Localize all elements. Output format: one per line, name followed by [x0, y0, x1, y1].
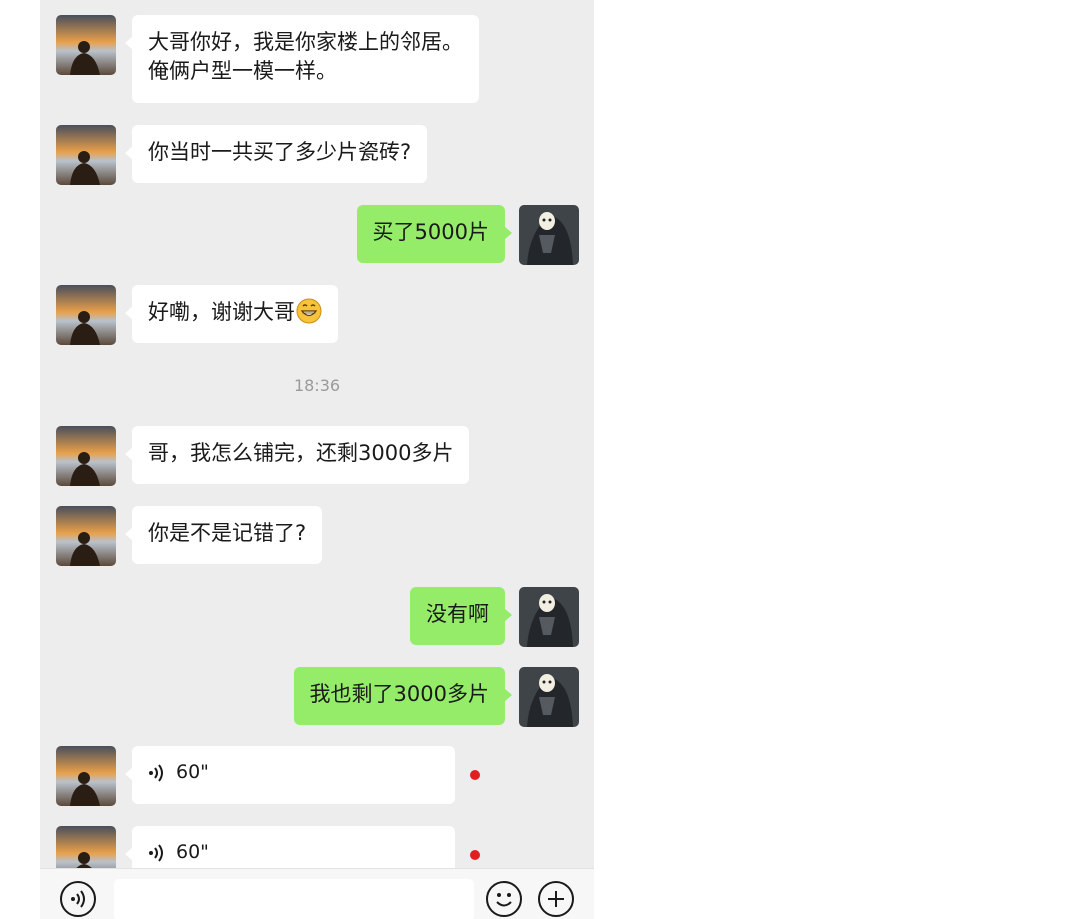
input-bar: [40, 868, 594, 919]
self-avatar[interactable]: [519, 205, 579, 265]
contact-avatar[interactable]: [56, 15, 116, 75]
emoji-icon[interactable]: [486, 881, 522, 917]
message-bubble[interactable]: 好嘞，谢谢大哥: [125, 285, 338, 343]
message-text: 哥，我怎么铺完，还剩3000多片: [148, 441, 454, 465]
message-bubble[interactable]: 买了5000片: [356, 205, 513, 263]
contact-avatar[interactable]: [56, 506, 116, 566]
grinning-face-icon: [296, 298, 322, 324]
message-bubble[interactable]: 我也剩了3000多片: [293, 667, 513, 725]
message-text: 大哥你好，我是你家楼上的邻居。: [148, 30, 463, 54]
message-bubble[interactable]: 大哥你好，我是你家楼上的邻居。 俺俩户型一模一样。: [125, 15, 479, 103]
self-avatar[interactable]: [519, 667, 579, 727]
message-bubble[interactable]: 哥，我怎么铺完，还剩3000多片: [124, 426, 470, 484]
message-bubble[interactable]: 你当时一共买了多少片瓷砖?: [124, 125, 428, 183]
chat-window: 大哥你好，我是你家楼上的邻居。 俺俩户型一模一样。 你当时一共买了多少片瓷砖? …: [40, 0, 594, 919]
message-text: 俺俩户型一模一样。: [148, 59, 337, 83]
plus-icon[interactable]: [538, 881, 574, 917]
unread-dot: [470, 850, 480, 860]
message-bubble[interactable]: 没有啊: [410, 587, 512, 645]
message-text: 好嘞，谢谢大哥: [148, 300, 295, 324]
message-timestamp: 18:36: [293, 376, 341, 395]
voice-mode-icon[interactable]: [60, 881, 96, 917]
contact-avatar[interactable]: [56, 125, 116, 185]
contact-avatar[interactable]: [56, 285, 116, 345]
voice-wave-icon: [149, 763, 163, 782]
contact-avatar[interactable]: [56, 426, 116, 486]
message-text: 我也剩了3000多片: [309, 682, 489, 706]
message-text: 你当时一共买了多少片瓷砖?: [148, 140, 412, 164]
self-avatar[interactable]: [519, 587, 579, 647]
unread-dot: [470, 770, 480, 780]
message-bubble[interactable]: 你是不是记错了?: [124, 506, 323, 564]
voice-duration: 60": [176, 841, 209, 863]
message-text: 没有啊: [426, 602, 489, 626]
message-text: 你是不是记错了?: [148, 521, 307, 545]
voice-wave-icon: [149, 843, 163, 862]
message-input[interactable]: [114, 879, 474, 919]
contact-avatar[interactable]: [56, 746, 116, 806]
voice-duration: 60": [176, 761, 209, 783]
message-text: 买了5000片: [372, 220, 489, 244]
voice-message-bubble[interactable]: 60": [125, 746, 455, 804]
